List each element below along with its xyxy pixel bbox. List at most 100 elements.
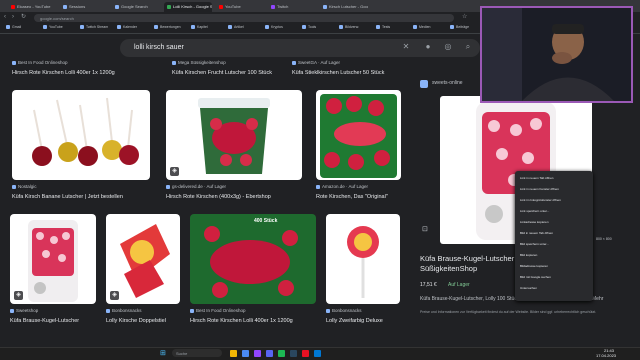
bookmark-item[interactable]: Bildverw. bbox=[339, 25, 359, 30]
site-favicon-icon bbox=[316, 184, 320, 189]
youtube-icon[interactable] bbox=[302, 350, 309, 357]
bookmark-item[interactable]: Twitch Stream bbox=[80, 25, 108, 30]
site-favicon-icon bbox=[292, 60, 296, 65]
browser-tab[interactable]: Kirsch Lutscher - Google bbox=[320, 2, 368, 12]
browser-tab[interactable]: YouTube bbox=[216, 2, 264, 12]
result-title[interactable]: Lolly Zweifarbig Deluxe bbox=[326, 318, 406, 324]
mic-icon[interactable]: ● bbox=[423, 42, 433, 52]
site-favicon-icon bbox=[420, 80, 428, 88]
lens-icon[interactable]: ◎ bbox=[443, 42, 453, 52]
bookmark-item[interactable]: Gmail bbox=[6, 25, 21, 30]
context-menu-item[interactable]: Untersuchen bbox=[520, 286, 537, 291]
context-menu-item[interactable]: Bild mit Google suchen bbox=[520, 275, 551, 280]
result-title[interactable]: Küfa Stieklkirschen Lutscher 50 Stück bbox=[292, 70, 407, 76]
result-title[interactable]: Küfa Kirschen Frucht Lutscher 100 Stück bbox=[172, 70, 297, 76]
result-source[interactable]: gs-delivered.de · Auf Lager bbox=[166, 184, 302, 189]
bag-image bbox=[320, 94, 397, 178]
tab-title: Elcaseo - YouTube bbox=[17, 4, 51, 9]
tab-title: YouTube bbox=[225, 4, 241, 9]
bookmark-icon bbox=[302, 25, 306, 30]
context-menu-item[interactable]: Bildadresse kopieren bbox=[520, 264, 548, 269]
spotify-icon[interactable] bbox=[278, 350, 285, 357]
screen: Elcaseo - YouTube Sessions Google Search Lo… bbox=[0, 0, 640, 360]
tab-favicon-icon bbox=[167, 4, 171, 9]
bookmark-item[interactable]: Tests bbox=[376, 25, 390, 30]
result-image[interactable] bbox=[12, 90, 150, 180]
browser-tab[interactable]: Google Search bbox=[112, 2, 160, 12]
result-source[interactable]: Best In Food Onlineshop bbox=[12, 60, 162, 65]
result-image[interactable] bbox=[326, 214, 400, 304]
browser-tab[interactable]: Elcaseo - YouTube bbox=[8, 2, 56, 12]
result-title[interactable]: Hirsch Rote Kirschen (400x3g) - Ebertsho… bbox=[166, 194, 302, 200]
context-menu-item[interactable]: Bild kopieren bbox=[520, 253, 537, 258]
clear-icon[interactable]: ✕ bbox=[401, 42, 411, 52]
browser-tab[interactable]: Twitch bbox=[268, 2, 316, 12]
result-title[interactable]: Küfa Kirsch Banane Lutscher | Jetzt best… bbox=[12, 194, 152, 200]
context-menu-item[interactable]: Bild speichern unter... bbox=[520, 242, 549, 247]
bookmark-item[interactable]: Artikel bbox=[228, 25, 244, 30]
result-source[interactable]: Mega Süssigkeitenshop bbox=[172, 60, 297, 65]
reload-icon[interactable]: ↻ bbox=[21, 14, 27, 20]
steam-icon[interactable] bbox=[290, 350, 297, 357]
bookmark-item[interactable]: Bewertungen bbox=[154, 25, 181, 30]
context-menu-item[interactable]: Link im Inkognitofenster öffnen bbox=[520, 198, 561, 203]
bookmark-icon bbox=[376, 25, 380, 30]
bookmark-item[interactable]: YouTube bbox=[43, 25, 63, 30]
result-title[interactable]: Hirsch Rote Kirschen Lolli 400er 1x 1200… bbox=[190, 318, 316, 324]
result-image[interactable]: 400 Stück bbox=[190, 214, 316, 304]
result-source[interactable]: Sweetshop bbox=[10, 308, 100, 313]
preview-site[interactable]: sweets-online bbox=[432, 80, 463, 86]
result-source[interactable]: Bonbonsnacks bbox=[106, 308, 184, 313]
context-menu-item[interactable]: Link in neuem Fenster öffnen bbox=[520, 187, 559, 192]
context-menu-item[interactable]: Link speichern unter... bbox=[520, 209, 549, 214]
more-link[interactable]: Mehr bbox=[592, 296, 603, 302]
context-menu-item[interactable]: Link in neuem Tab öffnen bbox=[520, 176, 553, 181]
search-query[interactable]: lolli kirsch sauer bbox=[134, 44, 184, 51]
chrome-icon[interactable] bbox=[242, 350, 249, 357]
bookmark-icon bbox=[191, 25, 195, 30]
result-title[interactable]: Rote Kirschen, Das "Original" bbox=[316, 194, 408, 200]
bookmark-icon bbox=[339, 25, 343, 30]
bookmark-item[interactable]: Kalender bbox=[117, 25, 137, 30]
address-bar[interactable]: google.com/search bbox=[34, 14, 454, 22]
result-image[interactable]: ◈ bbox=[10, 214, 96, 304]
result-image[interactable] bbox=[316, 90, 401, 180]
bookmark-item[interactable]: Tools bbox=[302, 25, 316, 30]
tub-image bbox=[198, 98, 270, 174]
windows-start-icon[interactable]: ⊞ bbox=[160, 349, 166, 357]
bookmark-item[interactable]: Beiträge bbox=[450, 25, 469, 30]
bookmark-item[interactable]: Kapitel bbox=[191, 25, 208, 30]
twitch-icon[interactable] bbox=[254, 350, 261, 357]
result-source[interactable]: Amazon.de · Auf Lager bbox=[316, 184, 408, 189]
edge-icon[interactable] bbox=[314, 350, 321, 357]
result-image[interactable]: ◈ bbox=[106, 214, 180, 304]
context-menu-item[interactable]: Linkadresse kopieren bbox=[520, 220, 549, 225]
discord-icon[interactable] bbox=[266, 350, 273, 357]
bookmark-icon bbox=[265, 25, 269, 30]
context-menu-item[interactable]: Bild in neuem Tab öffnen bbox=[520, 231, 553, 236]
result-title[interactable]: Küfa Brause-Kugel-Lutscher bbox=[10, 318, 100, 324]
star-icon[interactable]: ☆ bbox=[462, 14, 468, 20]
candy-jar-image bbox=[28, 220, 78, 302]
bookmark-item[interactable]: Medien bbox=[413, 25, 430, 30]
back-icon[interactable]: ‹ bbox=[4, 14, 10, 20]
lens-icon[interactable]: ⊡ bbox=[422, 225, 428, 233]
result-title[interactable]: Hirsch Rote Kirschen Lolli 400er 1x 1200… bbox=[12, 70, 162, 76]
file-explorer-icon[interactable] bbox=[230, 350, 237, 357]
result-image[interactable]: ◈ bbox=[166, 90, 302, 180]
result-source[interactable]: Best In Food Onlineshop bbox=[190, 308, 316, 313]
address-text: google.com/search bbox=[40, 16, 74, 21]
bookmark-icon bbox=[154, 25, 158, 30]
result-source[interactable]: Nostalgic bbox=[12, 184, 152, 189]
search-icon[interactable]: ⌕ bbox=[463, 42, 473, 52]
result-title[interactable]: Lolly Kirsche Doppelstiel bbox=[106, 318, 184, 324]
site-favicon-icon bbox=[12, 184, 16, 189]
bookmark-item[interactable]: Kryptos bbox=[265, 25, 283, 30]
result-source[interactable]: SweetGA · Auf Lager bbox=[292, 60, 407, 65]
bookmark-icon bbox=[6, 25, 10, 30]
forward-icon[interactable]: › bbox=[12, 14, 18, 20]
browser-tab[interactable]: Sessions bbox=[60, 2, 108, 12]
result-source[interactable]: Bonbonsnacks bbox=[326, 308, 406, 313]
browser-tab[interactable]: Lolli Kirsch - Google Suche bbox=[164, 2, 212, 12]
taskbar-search[interactable]: Suche bbox=[172, 349, 222, 357]
